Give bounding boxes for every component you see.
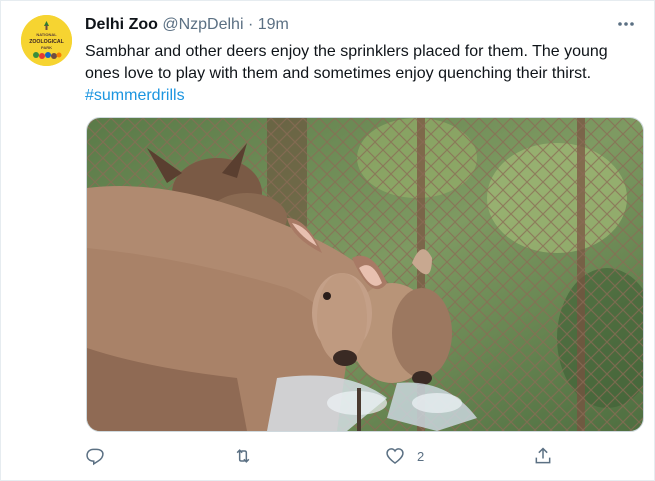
- tweet-card[interactable]: NATIONAL ZOOLOGICAL PARK Delhi Zoo @NzpD…: [0, 0, 655, 481]
- tweet-photo[interactable]: [86, 117, 644, 432]
- avatar[interactable]: NATIONAL ZOOLOGICAL PARK: [21, 15, 72, 66]
- deer-photo: [87, 118, 643, 431]
- tweet-timestamp[interactable]: 19m: [258, 16, 289, 33]
- author-name[interactable]: Delhi Zoo: [85, 16, 158, 33]
- heart-icon: [386, 448, 404, 465]
- tweet-header: Delhi Zoo @NzpDelhi · 19m: [85, 15, 289, 35]
- separator-dot: ·: [247, 16, 254, 33]
- like-count: 2: [417, 448, 425, 464]
- logo-text-park: PARK: [41, 45, 52, 50]
- share-icon: [535, 447, 551, 464]
- tweet-text: Sambhar and other deers enjoy the sprink…: [85, 41, 640, 107]
- reply-button[interactable]: [85, 441, 105, 471]
- retweet-icon: [236, 449, 250, 463]
- logo-text-national: NATIONAL: [36, 32, 57, 37]
- tweet-body: Sambhar and other deers enjoy the sprink…: [85, 43, 608, 82]
- author-handle[interactable]: @NzpDelhi: [162, 16, 243, 33]
- tweet-actions: 2: [85, 441, 641, 471]
- share-button[interactable]: [533, 441, 553, 471]
- like-button[interactable]: 2: [385, 441, 424, 471]
- hashtag-link[interactable]: #summerdrills: [85, 85, 640, 107]
- retweet-button[interactable]: [233, 441, 253, 471]
- more-options-icon[interactable]: [612, 13, 640, 35]
- reply-icon: [86, 448, 104, 466]
- zoo-logo: NATIONAL ZOOLOGICAL PARK: [21, 15, 72, 66]
